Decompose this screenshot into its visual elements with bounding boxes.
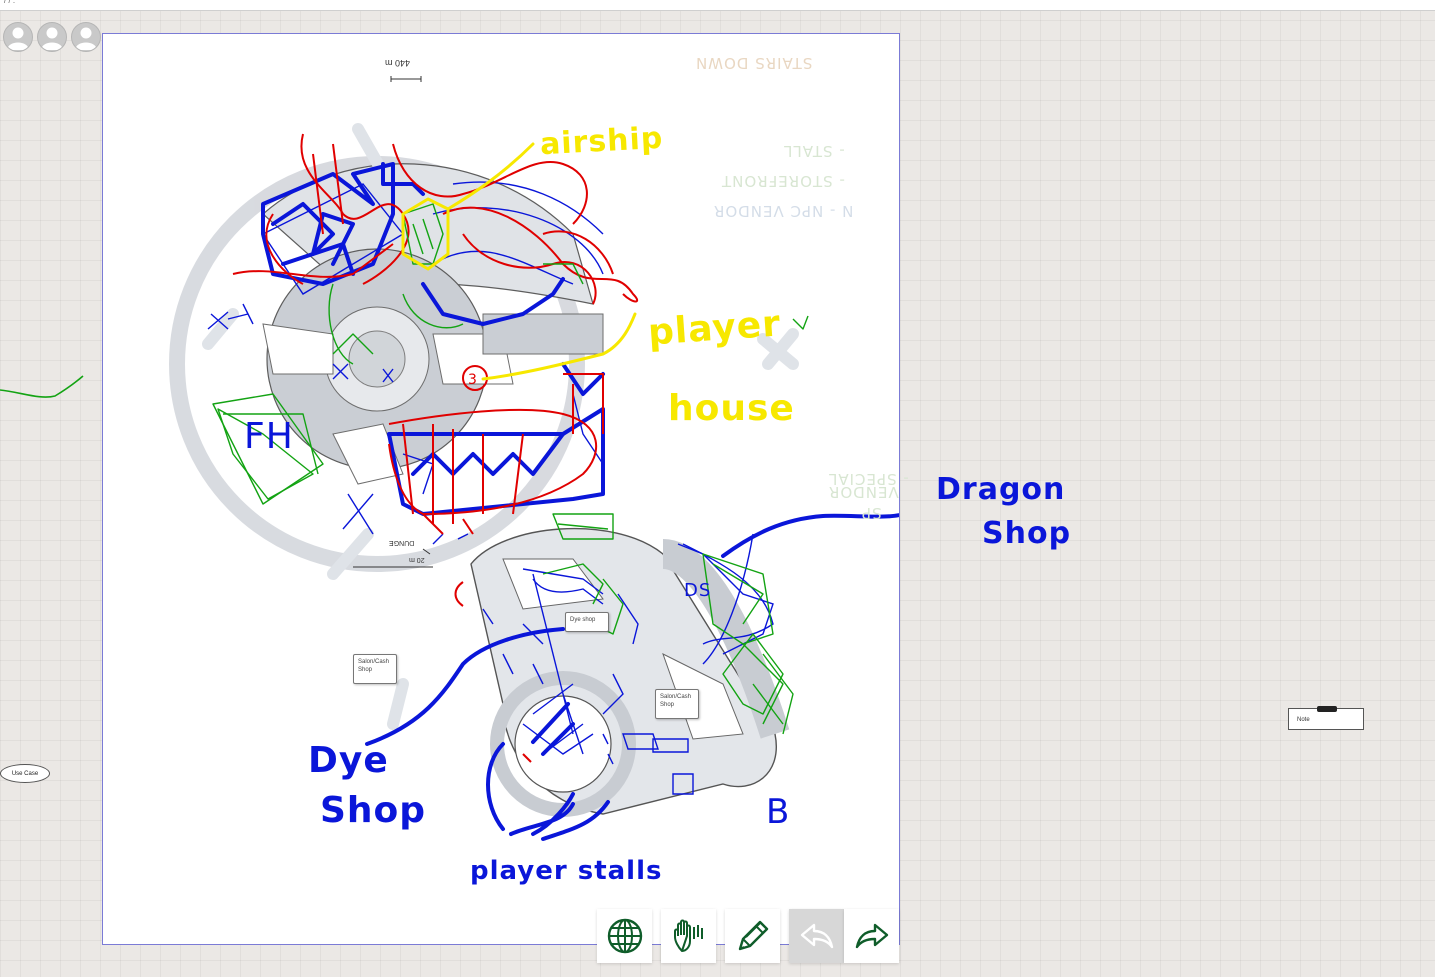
undo-icon — [800, 923, 833, 949]
user-icon — [75, 27, 97, 50]
use-case-node[interactable]: Use Case — [0, 764, 50, 783]
participant-avatar[interactable] — [37, 22, 67, 52]
globe-icon — [607, 918, 642, 954]
participants-list — [3, 22, 101, 52]
redo-icon — [855, 923, 888, 949]
hand-button[interactable] — [661, 909, 716, 963]
legend-storefront: - STOREFRONT — [721, 172, 845, 190]
hand-icon — [673, 919, 703, 952]
user-icon — [41, 27, 63, 50]
top-bar: / / . — [0, 0, 1435, 11]
map-lower-ring — [470, 527, 790, 817]
dye-shop-callout[interactable]: Dye shop — [565, 612, 609, 632]
annotation-fh: FH — [244, 416, 294, 457]
salon-cash-shop-callout[interactable]: Salon/Cash Shop — [353, 654, 397, 684]
legend-sp: SP — [861, 504, 882, 522]
annotation-b: B — [766, 792, 791, 832]
pencil-button[interactable] — [725, 909, 780, 963]
annotation-dye-shop: Shop — [320, 790, 427, 831]
annotation-dragon-shop: Shop — [982, 516, 1072, 551]
annotation-house: house — [668, 388, 795, 429]
annotation-ds: DS — [684, 580, 712, 601]
drawing-toolbar — [597, 909, 899, 963]
undo-button[interactable] — [789, 909, 844, 963]
legend-npc-vendor: N - NPC VENDOR — [713, 202, 854, 220]
participant-avatar[interactable] — [71, 22, 101, 52]
marker-icon — [1317, 706, 1337, 712]
legend-vendor: VENDOR — [828, 483, 899, 501]
salon-cash-shop-callout[interactable]: Salon/Cash Shop — [655, 689, 699, 719]
legend-stall: - STALL — [783, 142, 845, 160]
globe-button[interactable] — [597, 909, 652, 963]
user-icon — [7, 27, 29, 50]
breadcrumb: / / . — [4, 0, 16, 5]
annotation-player-stalls: player stalls — [470, 856, 663, 886]
participant-avatar[interactable] — [3, 22, 33, 52]
svg-text:3: 3 — [468, 372, 477, 388]
annotation-airship: airship — [539, 120, 665, 163]
scale-top: 440 m — [385, 58, 411, 68]
scale-bottom: 20 m — [409, 556, 425, 563]
note-label: Note — [1297, 717, 1310, 723]
annotation-dye: Dye — [308, 740, 389, 781]
annotation-dragon: Dragon — [936, 472, 1066, 507]
redo-button[interactable] — [844, 909, 899, 963]
note-node[interactable]: Note — [1288, 706, 1364, 730]
scale-bottom-sub: DUNGE — [389, 539, 415, 546]
pencil-icon — [738, 920, 768, 951]
legend-stairs: STAIRS DOWN — [695, 54, 813, 72]
stray-stroke — [0, 375, 84, 398]
